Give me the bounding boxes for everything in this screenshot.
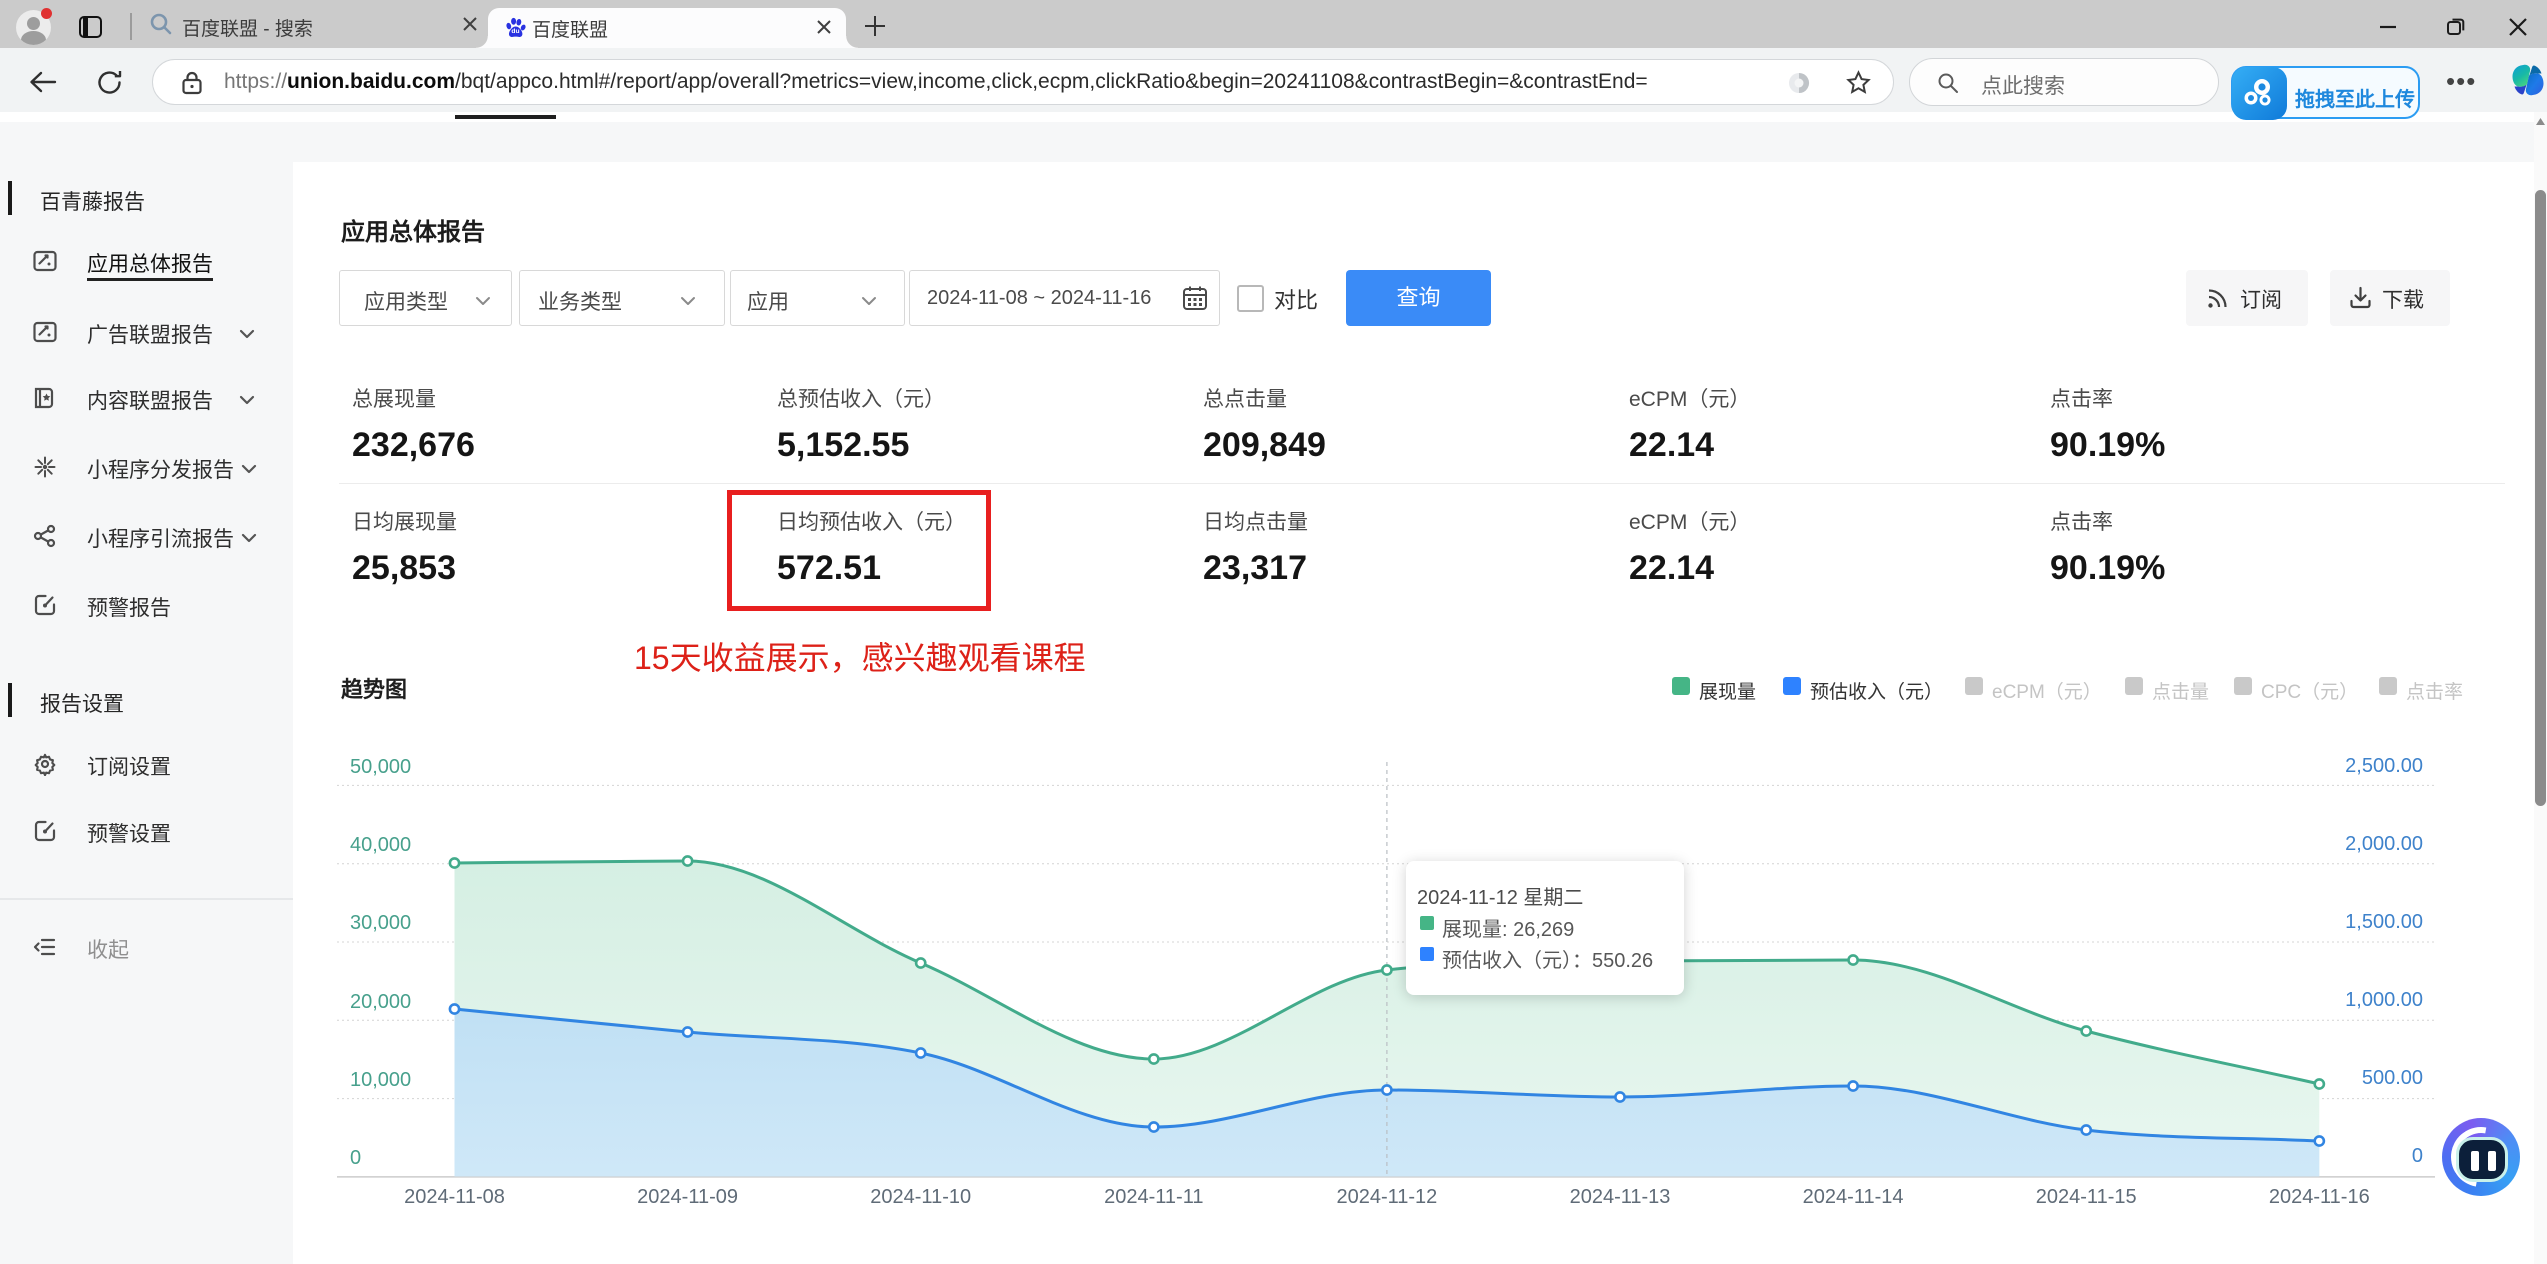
svg-text:500.00: 500.00 xyxy=(2362,1067,2423,1089)
svg-text:2,000.00: 2,000.00 xyxy=(2345,833,2423,855)
svg-text:30,000: 30,000 xyxy=(350,912,411,934)
svg-text:1,000.00: 1,000.00 xyxy=(2345,989,2423,1011)
svg-text:du: du xyxy=(511,28,519,35)
svg-text:2024-11-11: 2024-11-11 xyxy=(1104,1186,1203,1208)
svg-text:2024-11-16: 2024-11-16 xyxy=(2269,1186,2370,1208)
svg-text:1,500.00: 1,500.00 xyxy=(2345,911,2423,933)
svg-text:2024-11-10: 2024-11-10 xyxy=(870,1186,971,1208)
svg-text:10,000: 10,000 xyxy=(350,1069,411,1091)
svg-text:2024-11-14: 2024-11-14 xyxy=(1803,1186,1904,1208)
svg-text:0: 0 xyxy=(2412,1145,2423,1167)
svg-text:20,000: 20,000 xyxy=(350,991,411,1013)
svg-text:50,000: 50,000 xyxy=(350,756,411,778)
svg-text:40,000: 40,000 xyxy=(350,834,411,856)
svg-text:2024-11-13: 2024-11-13 xyxy=(1570,1186,1671,1208)
svg-text:2024-11-12: 2024-11-12 xyxy=(1336,1186,1437,1208)
svg-text:2024-11-15: 2024-11-15 xyxy=(2036,1186,2137,1208)
svg-text:2,500.00: 2,500.00 xyxy=(2345,755,2423,777)
svg-text:0: 0 xyxy=(350,1147,361,1169)
svg-text:2024-11-08: 2024-11-08 xyxy=(404,1186,505,1208)
svg-text:2024-11-09: 2024-11-09 xyxy=(637,1186,738,1208)
